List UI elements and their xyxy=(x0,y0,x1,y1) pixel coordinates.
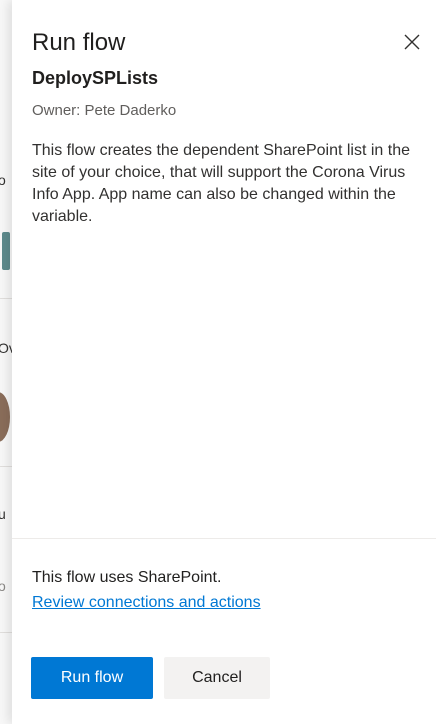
run-flow-button[interactable]: Run flow xyxy=(31,657,153,699)
screen: o Ov u o Run flow DeploySPLists Owner: P… xyxy=(0,0,436,724)
connections-info: This flow uses SharePoint. xyxy=(32,569,222,586)
background-divider xyxy=(0,632,12,633)
background-button-fragment xyxy=(2,232,10,270)
background-page: o Ov u o xyxy=(0,0,12,724)
background-text-fragment: Ov xyxy=(0,340,12,356)
panel-title: Run flow xyxy=(32,29,126,56)
review-connections-link[interactable]: Review connections and actions xyxy=(32,594,261,612)
background-text-fragment: u xyxy=(0,506,6,522)
flow-owner: Owner: Pete Daderko xyxy=(32,102,177,119)
cancel-button[interactable]: Cancel xyxy=(164,657,270,699)
background-text-fragment: o xyxy=(0,578,6,594)
flow-name: DeploySPLists xyxy=(32,68,159,88)
background-text-fragment: o xyxy=(0,172,6,188)
background-divider xyxy=(0,298,12,299)
background-divider xyxy=(0,466,12,467)
run-flow-panel: Run flow DeploySPLists Owner: Pete Dader… xyxy=(12,0,436,724)
background-avatar xyxy=(0,392,10,442)
close-icon xyxy=(396,34,428,50)
panel-divider xyxy=(12,538,436,539)
close-button[interactable] xyxy=(396,26,428,58)
panel-header: Run flow xyxy=(32,28,416,58)
flow-description: This flow creates the dependent SharePoi… xyxy=(32,142,410,225)
